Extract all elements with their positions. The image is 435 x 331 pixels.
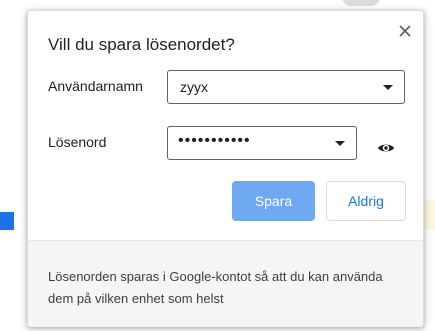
footer-text: Lösenorden sparas i Google-kontot så att…: [48, 269, 383, 306]
background-pill: [342, 0, 380, 6]
dialog-footer: Lösenorden sparas i Google-kontot så att…: [28, 240, 423, 327]
close-icon: [399, 25, 411, 37]
username-value: zyyx: [180, 79, 208, 95]
password-select[interactable]: •••••••••••: [167, 126, 357, 160]
eye-icon: [378, 144, 394, 152]
password-label: Lösenord: [48, 134, 107, 150]
chevron-down-icon: [335, 141, 345, 146]
save-password-dialog: Vill du spara lösenordet? Användarnamn z…: [27, 10, 424, 327]
chevron-down-icon: [383, 85, 393, 90]
never-button[interactable]: Aldrig: [326, 181, 406, 221]
username-select[interactable]: zyyx: [167, 70, 405, 104]
username-label: Användarnamn: [48, 78, 143, 94]
save-button[interactable]: Spara: [232, 181, 315, 221]
background-blue-block: [0, 212, 14, 230]
password-value: •••••••••••: [178, 132, 251, 149]
dialog-title: Vill du spara lösenordet?: [48, 35, 235, 54]
close-button[interactable]: [395, 21, 415, 41]
show-password-button[interactable]: [376, 138, 396, 158]
